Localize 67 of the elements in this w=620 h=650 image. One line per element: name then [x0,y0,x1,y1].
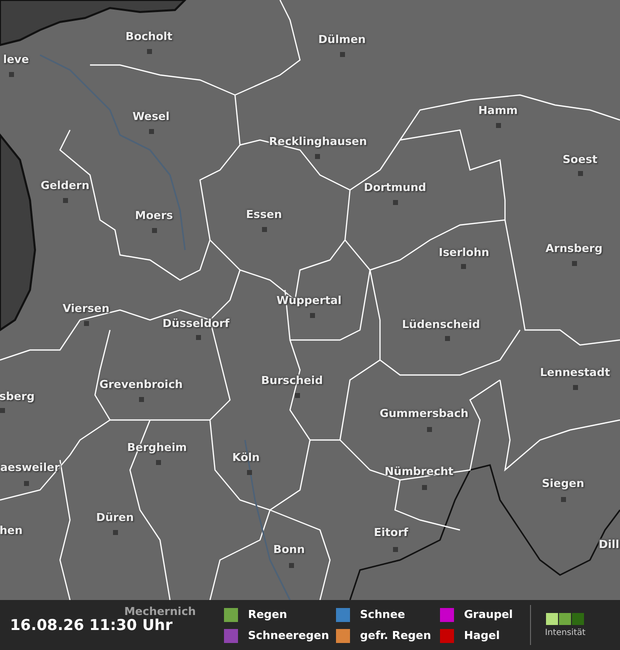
city-label: Viersen [62,301,110,317]
city-label: Moers [135,208,173,224]
city-label: Arnsberg [546,241,602,257]
legend-label: Hagel [464,629,500,642]
city-label: Eitorf [374,525,408,541]
city-label: Düren [96,510,134,526]
city-marker-icon [340,52,344,56]
city-marker-icon [314,154,320,158]
city-marker-icon [572,260,576,266]
legend-label: gefr. Regen [360,629,432,642]
legend-label: Schnee [360,608,406,621]
city-label: Essen [246,207,282,223]
city-marker-icon [156,460,160,464]
city-label: Bocholt [126,29,172,45]
city-marker-icon [572,384,578,390]
city-marker-icon [560,496,566,502]
city-marker-icon [392,200,398,204]
city-marker-icon [84,320,88,326]
city-marker-icon [62,198,68,202]
city-marker-icon [426,426,432,432]
city-label: Geldern [40,178,90,194]
city-marker-icon [392,546,398,552]
city-label: Bonn [273,542,305,558]
city-marker-icon [578,170,582,176]
city-label: Gummersbach [380,406,468,422]
city-label: Lüdenscheid [402,317,480,333]
city-marker-icon [246,470,252,474]
city-marker-icon [112,530,118,534]
city-marker-icon [8,72,14,76]
city-label: Dill [598,537,620,553]
city-label: Wesel [132,109,170,125]
city-label: Siegen [542,476,584,492]
city-label: leve [3,52,29,68]
city-label: Recklinghausen [269,134,367,150]
city-marker-icon [460,264,466,268]
city-label: Dortmund [364,180,426,196]
city-label: Soest [562,152,598,168]
city-marker-icon [288,562,294,568]
city-marker-icon [24,480,28,486]
city-label: Mechernich [124,604,196,618]
city-marker-icon [262,226,266,232]
city-marker-icon [152,228,156,232]
intensity-label: Intensität [545,628,586,638]
city-marker-icon [496,122,500,128]
city-label: Grevenbroich [99,377,183,393]
city-marker-icon [422,484,426,490]
timestamp: 16.08.26 11:30 Uhr [10,616,174,634]
city-label: Nümbrecht [384,464,454,480]
city-marker-icon [444,336,450,340]
legend-label: Schneeregen [248,629,330,642]
city-label: Iserlohn [438,245,490,261]
city-marker-icon [0,408,4,412]
city-marker-icon [146,48,152,54]
city-marker-icon [138,396,144,402]
legend-label: Graupel [464,608,513,621]
city-label: Köln [232,450,260,466]
city-marker-icon [310,312,314,318]
legend-label: Regen [248,608,288,621]
city-label: aesweiler [0,460,60,476]
city-label: Hamm [478,103,518,119]
city-label: hen [0,523,23,539]
city-marker-icon [294,392,300,398]
city-label: Dülmen [318,32,366,48]
city-marker-icon [196,334,200,340]
city-label: sberg [0,389,35,405]
city-marker-icon [148,128,154,134]
city-label: Lennestadt [540,365,610,381]
